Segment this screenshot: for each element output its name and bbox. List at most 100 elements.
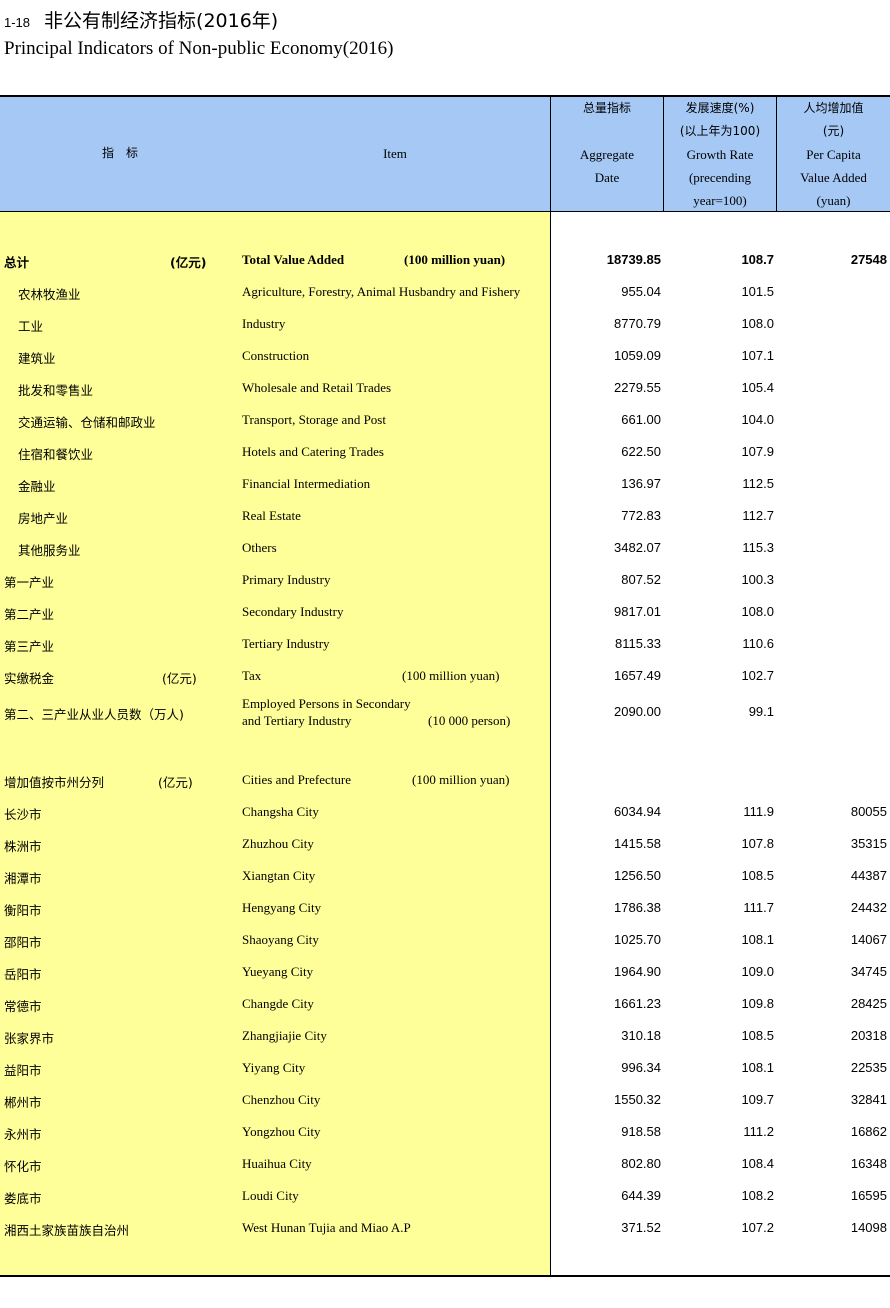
table-row: 株洲市 Zhuzhou City 1415.58 107.8 35315 xyxy=(0,836,890,856)
row-label-zh: 岳阳市 xyxy=(4,967,42,982)
cell-aggregate: 772.83 xyxy=(621,508,661,523)
table-row: 长沙市 Changsha City 6034.94 111.9 80055 xyxy=(0,804,890,824)
cell-growth: 110.6 xyxy=(742,636,774,651)
row-label-en: Financial Intermediation xyxy=(242,476,371,491)
table-row: 常德市 Changde City 1661.23 109.8 28425 xyxy=(0,996,890,1016)
row-unit-zh: (亿元) xyxy=(158,775,193,790)
cell-growth: 104.0 xyxy=(741,412,774,427)
cell-percapita: 16862 xyxy=(850,1124,887,1139)
cell-aggregate: 661.00 xyxy=(621,412,661,427)
header-growth-en2: (precending xyxy=(688,170,752,185)
label-column-background xyxy=(0,212,550,1275)
row-label-zh: 工业 xyxy=(18,319,44,334)
cell-aggregate: 644.39 xyxy=(621,1188,661,1203)
header-percapita: 人均增加值 (元) Per Capita Value Added (yuan) xyxy=(777,97,890,212)
row-label-zh: 实缴税金 xyxy=(4,671,55,686)
table-row: 批发和零售业 Wholesale and Retail Trades 2279.… xyxy=(0,380,890,400)
row-label-zh: 怀化市 xyxy=(4,1159,42,1174)
cell-aggregate: 2279.55 xyxy=(614,380,661,395)
cell-percapita: 14098 xyxy=(850,1220,887,1235)
row-label-en: Yongzhou City xyxy=(242,1124,321,1139)
header-indicator-zh: 指 标 xyxy=(101,146,138,160)
table-row: 邵阳市 Shaoyang City 1025.70 108.1 14067 xyxy=(0,932,890,952)
table-row-employed: 第二、三产业从业人员数（万人) Employed Persons in Seco… xyxy=(0,696,890,736)
row-label-en: Real Estate xyxy=(242,508,301,523)
bottom-rule xyxy=(0,1275,890,1277)
row-label-en: Yueyang City xyxy=(242,964,314,979)
row-label-en: Changde City xyxy=(242,996,314,1011)
row-label-en: Zhuzhou City xyxy=(242,836,314,851)
cell-aggregate: 996.34 xyxy=(621,1060,661,1075)
cell-growth: 115.3 xyxy=(742,540,774,555)
header-percapita-en1: Per Capita xyxy=(806,147,861,162)
cell-percapita: 34745 xyxy=(850,964,887,979)
row-label-zh: 株洲市 xyxy=(4,839,42,854)
cell-percapita: 22535 xyxy=(850,1060,887,1075)
cell-growth: 108.7 xyxy=(741,252,774,267)
cell-percapita: 27548 xyxy=(850,252,887,267)
row-unit-en: (100 million yuan) xyxy=(412,772,510,787)
title-zh-text: 非公有制经济指标(2016年) xyxy=(44,10,279,32)
cell-growth: 100.3 xyxy=(741,572,774,587)
table-row: 岳阳市 Yueyang City 1964.90 109.0 34745 xyxy=(0,964,890,984)
cell-percapita: 16348 xyxy=(850,1156,887,1171)
table-row: 怀化市 Huaihua City 802.80 108.4 16348 xyxy=(0,1156,890,1176)
cell-aggregate: 8770.79 xyxy=(614,316,661,331)
row-label-en: Primary Industry xyxy=(242,572,331,587)
cell-growth: 108.1 xyxy=(741,1060,774,1075)
row-label-zh: 娄底市 xyxy=(4,1191,42,1206)
row-label-zh: 郴州市 xyxy=(4,1095,42,1110)
cell-aggregate: 6034.94 xyxy=(614,804,661,819)
cell-aggregate: 1661.23 xyxy=(614,996,661,1011)
cell-aggregate: 918.58 xyxy=(621,1124,661,1139)
cell-growth: 108.4 xyxy=(741,1156,774,1171)
row-label-zh: 湘西土家族苗族自治州 xyxy=(4,1223,130,1238)
table-row: 金融业 Financial Intermediation 136.97 112.… xyxy=(0,476,890,496)
header-growth-en1: Growth Rate xyxy=(686,147,754,162)
header-growth-zh2: (以上年为100) xyxy=(679,124,761,138)
cell-aggregate: 1415.58 xyxy=(614,836,661,851)
header-percapita-en2: Value Added xyxy=(800,170,867,185)
header-aggregate: 总量指标 Aggregate Date xyxy=(551,97,663,189)
table-row: 农林牧渔业 Agriculture, Forestry, Animal Husb… xyxy=(0,284,890,304)
row-label-en: Others xyxy=(242,540,277,555)
table-title-english: Principal Indicators of Non-public Econo… xyxy=(4,38,394,59)
table-row: 第二产业 Secondary Industry 9817.01 108.0 xyxy=(0,604,890,624)
row-label-en: Cities and Prefecture xyxy=(242,772,352,787)
row-label-en: West Hunan Tujia and Miao A.P xyxy=(242,1220,411,1235)
table-row: 张家界市 Zhangjiajie City 310.18 108.5 20318 xyxy=(0,1028,890,1048)
row-label-zh: 建筑业 xyxy=(18,351,56,366)
row-label-zh: 第三产业 xyxy=(4,639,55,654)
header-aggregate-en1: Aggregate xyxy=(579,147,635,162)
cell-percapita: 16595 xyxy=(850,1188,887,1203)
cell-aggregate: 1657.49 xyxy=(614,668,661,683)
cell-growth: 107.2 xyxy=(741,1220,774,1235)
row-label-en: Industry xyxy=(242,316,286,331)
row-label-en: Loudi City xyxy=(242,1188,299,1203)
row-label-zh: 住宿和餐饮业 xyxy=(18,447,94,462)
row-label-zh: 邵阳市 xyxy=(4,935,42,950)
cell-growth: 107.9 xyxy=(741,444,774,459)
header-aggregate-en2: Date xyxy=(594,170,620,185)
row-unit-en: (10 000 person) xyxy=(428,713,511,728)
header-percapita-zh2: (元) xyxy=(822,124,845,138)
row-label-en: Wholesale and Retail Trades xyxy=(242,380,392,395)
row-label-zh: 第二产业 xyxy=(4,607,55,622)
row-label-en: Huaihua City xyxy=(242,1156,312,1171)
table-row: 湘潭市 Xiangtan City 1256.50 108.5 44387 xyxy=(0,868,890,888)
cell-percapita: 35315 xyxy=(850,836,887,851)
cell-aggregate: 8115.33 xyxy=(614,636,661,651)
row-label-zh: 永州市 xyxy=(4,1127,42,1142)
table-row-tax: 实缴税金 (亿元) Tax (100 million yuan) 1657.49… xyxy=(0,668,890,688)
cell-growth: 99.1 xyxy=(748,704,774,719)
row-label-zh: 金融业 xyxy=(18,479,56,494)
row-label-zh: 第二、三产业从业人员数（万人) xyxy=(4,707,184,722)
row-label-zh: 长沙市 xyxy=(4,807,42,822)
cell-growth: 111.7 xyxy=(743,900,774,915)
header-percapita-zh1: 人均增加值 xyxy=(803,101,864,115)
cell-growth: 101.5 xyxy=(741,284,774,299)
table-row: 交通运输、仓储和邮政业 Transport, Storage and Post … xyxy=(0,412,890,432)
row-label-en: Xiangtan City xyxy=(242,868,316,883)
table-row: 永州市 Yongzhou City 918.58 111.2 16862 xyxy=(0,1124,890,1144)
row-label-zh: 批发和零售业 xyxy=(18,383,94,398)
